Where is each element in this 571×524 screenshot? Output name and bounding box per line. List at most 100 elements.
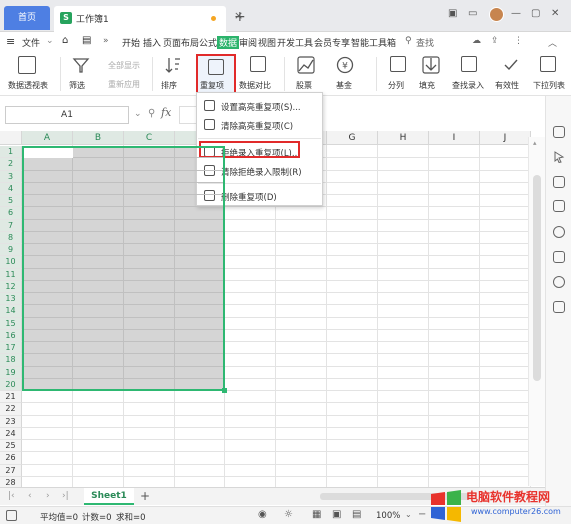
pivot-table-button[interactable] [18,56,36,74]
sidebar-format-icon[interactable] [553,176,565,188]
sidebar-settings-icon[interactable] [553,126,565,138]
more-options-icon[interactable]: ⋮ [514,36,523,46]
home-tab[interactable]: 首页 [4,6,50,30]
vertical-scrollbar[interactable]: ▴ [528,137,545,486]
search-icon[interactable]: ⚲ [405,36,412,46]
menu-formulas[interactable]: 公式 [199,36,217,49]
menu-smart-tools[interactable]: 智能工具箱 [351,36,396,49]
row-header[interactable]: 18 [0,354,22,367]
sort-label[interactable]: 排序 [161,80,177,91]
brightness-icon[interactable]: ☼ [284,509,293,520]
reapply-label[interactable]: 重新应用 [108,79,140,90]
fx-icon[interactable]: fx [161,106,171,119]
row-header[interactable]: 23 [0,415,22,428]
row-header[interactable]: 21 [0,391,22,404]
dropdown-list-icon[interactable] [540,56,556,72]
scroll-up-icon[interactable]: ▴ [533,139,537,147]
file-menu[interactable]: 文件 [22,36,40,49]
column-header[interactable]: C [124,131,175,145]
row-header[interactable]: 3 [0,170,22,183]
row-header[interactable]: 1 [0,146,22,159]
row-header[interactable]: 13 [0,293,22,306]
first-sheet-icon[interactable]: |‹ [8,491,15,501]
zoom-level[interactable]: 100% [376,511,400,521]
dropdown-list-label[interactable]: 下拉列表 [533,80,565,91]
name-box-chevron-icon[interactable]: ⌄ [134,109,142,119]
menu-start[interactable]: 开始 [122,36,140,49]
row-header[interactable]: 19 [0,366,22,379]
column-header[interactable]: A [22,131,73,145]
split-columns-icon[interactable] [390,56,406,72]
search-label[interactable]: 查找 [416,36,434,49]
cursor-icon[interactable] [553,151,565,163]
menu-review[interactable]: 审阅 [239,36,257,49]
menu-item-clear-highlight[interactable]: 清除高亮重复项(C) [201,116,320,134]
fund-label[interactable]: 基金 [336,80,352,91]
sidebar-image-icon[interactable] [553,251,565,263]
column-header[interactable]: J [480,131,531,145]
formula-input[interactable] [179,106,196,124]
menu-page-layout[interactable]: 页面布局 [163,36,199,49]
data-compare-label[interactable]: 数据对比 [239,80,271,91]
show-all-label[interactable]: 全部显示 [108,60,140,71]
user-avatar[interactable] [489,7,504,22]
column-header[interactable]: I [429,131,480,145]
stock-label[interactable]: 股票 [296,80,312,91]
sidebar-edit-icon[interactable] [553,301,565,313]
duplicates-button[interactable]: 重复项 [196,54,236,94]
vertical-scroll-thumb[interactable] [533,175,541,381]
more-chevron-icon[interactable]: » [103,36,109,46]
selected-range[interactable] [22,146,225,391]
row-header[interactable]: 26 [0,452,22,465]
lookup-entry-label[interactable]: 查找录入 [452,80,484,91]
row-header[interactable]: 8 [0,231,22,244]
menu-member[interactable]: 会员专享 [314,36,350,49]
menu-view[interactable]: 视图 [258,36,276,49]
normal-view-icon[interactable]: ▦ [312,509,321,520]
save-icon[interactable]: ▤ [82,35,91,46]
row-header[interactable]: 11 [0,268,22,281]
row-header[interactable]: 22 [0,403,22,416]
column-header[interactable]: G [327,131,378,145]
select-all-corner[interactable] [0,131,22,145]
add-sheet-button[interactable]: + [140,489,150,503]
row-header[interactable]: 17 [0,342,22,355]
row-header[interactable]: 7 [0,219,22,232]
filter-label[interactable]: 筛选 [69,80,85,91]
prev-sheet-icon[interactable]: ‹ [28,491,32,501]
row-header[interactable]: 27 [0,464,22,477]
fill-label[interactable]: 填充 [419,80,435,91]
column-header[interactable]: H [378,131,429,145]
filter-icon[interactable] [72,56,90,74]
share-icon[interactable]: ⇪ [491,36,499,46]
lookup-entry-icon[interactable] [461,56,477,72]
pivot-table-label[interactable]: 数据透视表 [8,80,48,91]
zoom-out-icon[interactable]: − [418,509,426,520]
name-box[interactable]: A1 [5,106,129,124]
window-tile-icon[interactable]: ▭ [468,8,477,19]
collapse-ribbon-icon[interactable]: ︿ [548,36,557,49]
menu-insert[interactable]: 插入 [143,36,161,49]
row-header[interactable]: 15 [0,317,22,330]
row-header[interactable]: 28 [0,476,22,487]
split-label[interactable]: 分列 [388,80,404,91]
validity-icon[interactable] [502,56,520,74]
last-sheet-icon[interactable]: ›| [62,491,69,501]
row-header[interactable]: 12 [0,280,22,293]
close-window-button[interactable]: ✕ [551,8,559,19]
hamburger-menu-icon[interactable]: ≡ [6,35,15,48]
row-header[interactable]: 2 [0,158,22,171]
menu-data[interactable]: 数据 [217,36,240,49]
menu-developer[interactable]: 开发工具 [277,36,313,49]
sort-icon[interactable] [164,56,182,74]
eye-protection-icon[interactable]: ◉ [258,509,267,520]
row-header[interactable]: 4 [0,182,22,195]
page-break-view-icon[interactable]: ▤ [352,509,361,520]
data-compare-icon[interactable] [250,56,266,72]
new-tab-button[interactable]: + [234,9,246,25]
validity-label[interactable]: 有效性 [495,80,519,91]
row-header[interactable]: 24 [0,427,22,440]
cloud-icon[interactable]: ☁ [472,36,481,46]
fund-icon[interactable]: ¥ [336,56,354,74]
fill-icon[interactable] [422,56,440,74]
